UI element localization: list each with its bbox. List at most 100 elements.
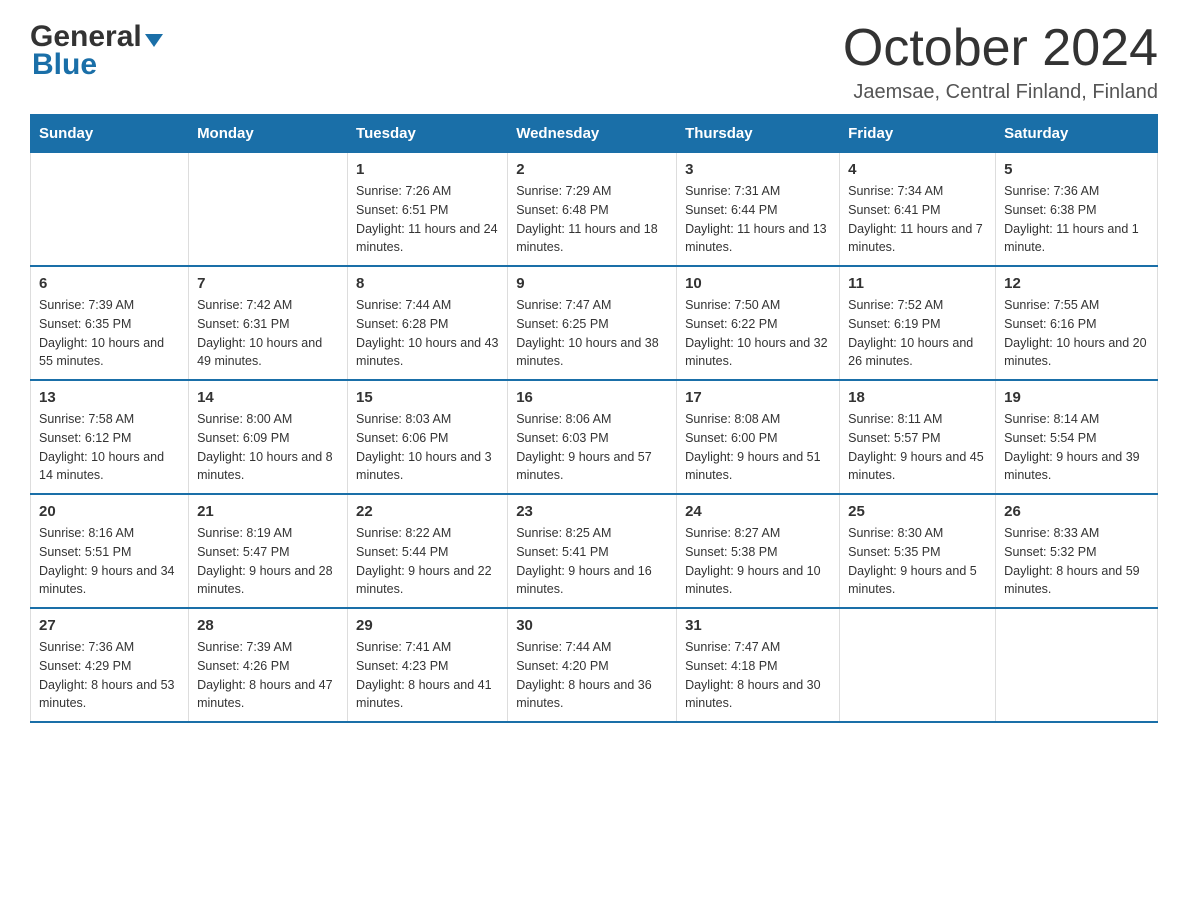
day-info: Sunrise: 8:25 AMSunset: 5:41 PMDaylight:… bbox=[516, 524, 668, 599]
day-info: Sunrise: 7:44 AMSunset: 4:20 PMDaylight:… bbox=[516, 638, 668, 713]
day-info: Sunrise: 7:42 AMSunset: 6:31 PMDaylight:… bbox=[197, 296, 339, 371]
calendar-cell: 6 Sunrise: 7:39 AMSunset: 6:35 PMDaylight… bbox=[31, 266, 189, 380]
calendar-cell: 14 Sunrise: 8:00 AMSunset: 6:09 PMDayligh… bbox=[189, 380, 348, 494]
header-sunday: Sunday bbox=[31, 115, 189, 153]
day-number: 29 bbox=[356, 617, 499, 634]
calendar-cell: 7 Sunrise: 7:42 AMSunset: 6:31 PMDaylight… bbox=[189, 266, 348, 380]
day-number: 15 bbox=[356, 389, 499, 406]
calendar-cell: 27Sunrise: 7:36 AMSunset: 4:29 PMDayligh… bbox=[31, 608, 189, 722]
day-info: Sunrise: 8:33 AMSunset: 5:32 PMDaylight:… bbox=[1004, 524, 1149, 599]
calendar-cell: 26 Sunrise: 8:33 AMSunset: 5:32 PMDayligh… bbox=[996, 494, 1158, 608]
day-number: 9 bbox=[516, 275, 668, 292]
day-info: Sunrise: 7:50 AMSunset: 6:22 PMDaylight:… bbox=[685, 296, 831, 371]
day-number: 16 bbox=[516, 389, 668, 406]
calendar-cell bbox=[189, 153, 348, 267]
calendar-cell: 30 Sunrise: 7:44 AMSunset: 4:20 PMDayligh… bbox=[508, 608, 677, 722]
calendar-cell: 24 Sunrise: 8:27 AMSunset: 5:38 PMDayligh… bbox=[677, 494, 840, 608]
day-info: Sunrise: 8:03 AMSunset: 6:06 PMDaylight:… bbox=[356, 410, 499, 485]
day-number: 13 bbox=[39, 389, 180, 406]
day-info: Sunrise: 7:52 AMSunset: 6:19 PMDaylight:… bbox=[848, 296, 987, 371]
day-info: Sunrise: 8:30 AMSunset: 5:35 PMDaylight:… bbox=[848, 524, 987, 599]
calendar-cell: 10 Sunrise: 7:50 AMSunset: 6:22 PMDayligh… bbox=[677, 266, 840, 380]
day-info: Sunrise: 8:14 AMSunset: 5:54 PMDaylight:… bbox=[1004, 410, 1149, 485]
calendar-cell: 3 Sunrise: 7:31 AMSunset: 6:44 PMDaylight… bbox=[677, 153, 840, 267]
day-number: 22 bbox=[356, 503, 499, 520]
day-info: Sunrise: 7:34 AMSunset: 6:41 PMDaylight:… bbox=[848, 182, 987, 257]
calendar-cell: 22 Sunrise: 8:22 AMSunset: 5:44 PMDayligh… bbox=[348, 494, 508, 608]
day-info: Sunrise: 8:06 AMSunset: 6:03 PMDaylight:… bbox=[516, 410, 668, 485]
calendar-cell: 25 Sunrise: 8:30 AMSunset: 5:35 PMDayligh… bbox=[840, 494, 996, 608]
calendar-cell: 19 Sunrise: 8:14 AMSunset: 5:54 PMDayligh… bbox=[996, 380, 1158, 494]
calendar-cell: 18Sunrise: 8:11 AMSunset: 5:57 PMDayligh… bbox=[840, 380, 996, 494]
day-info: Sunrise: 8:19 AMSunset: 5:47 PMDaylight:… bbox=[197, 524, 339, 599]
day-number: 30 bbox=[516, 617, 668, 634]
day-info: Sunrise: 7:36 AMSunset: 6:38 PMDaylight:… bbox=[1004, 182, 1149, 257]
week-row-1: 6 Sunrise: 7:39 AMSunset: 6:35 PMDaylight… bbox=[31, 266, 1158, 380]
week-row-4: 27Sunrise: 7:36 AMSunset: 4:29 PMDayligh… bbox=[31, 608, 1158, 722]
day-number: 7 bbox=[197, 275, 339, 292]
day-number: 25 bbox=[848, 503, 987, 520]
header-wednesday: Wednesday bbox=[508, 115, 677, 153]
calendar-cell: 16 Sunrise: 8:06 AMSunset: 6:03 PMDayligh… bbox=[508, 380, 677, 494]
title-section: October 2024 Jaemsae, Central Finland, F… bbox=[843, 20, 1158, 104]
logo-blue: Blue bbox=[32, 48, 97, 82]
calendar-cell: 31Sunrise: 7:47 AMSunset: 4:18 PMDayligh… bbox=[677, 608, 840, 722]
day-number: 19 bbox=[1004, 389, 1149, 406]
day-number: 12 bbox=[1004, 275, 1149, 292]
day-number: 24 bbox=[685, 503, 831, 520]
calendar-cell bbox=[996, 608, 1158, 722]
day-info: Sunrise: 7:55 AMSunset: 6:16 PMDaylight:… bbox=[1004, 296, 1149, 371]
day-number: 4 bbox=[848, 161, 987, 178]
day-info: Sunrise: 8:00 AMSunset: 6:09 PMDaylight:… bbox=[197, 410, 339, 485]
day-number: 18 bbox=[848, 389, 987, 406]
page-header: General Blue October 2024 Jaemsae, Centr… bbox=[30, 20, 1158, 104]
calendar-cell bbox=[31, 153, 189, 267]
logo: General Blue bbox=[30, 20, 163, 82]
calendar-cell: 8 Sunrise: 7:44 AMSunset: 6:28 PMDaylight… bbox=[348, 266, 508, 380]
day-number: 11 bbox=[848, 275, 987, 292]
day-number: 17 bbox=[685, 389, 831, 406]
day-number: 10 bbox=[685, 275, 831, 292]
calendar-cell: 28Sunrise: 7:39 AMSunset: 4:26 PMDayligh… bbox=[189, 608, 348, 722]
week-row-2: 13Sunrise: 7:58 AMSunset: 6:12 PMDayligh… bbox=[31, 380, 1158, 494]
day-number: 26 bbox=[1004, 503, 1149, 520]
day-info: Sunrise: 7:29 AMSunset: 6:48 PMDaylight:… bbox=[516, 182, 668, 257]
calendar-cell: 23Sunrise: 8:25 AMSunset: 5:41 PMDayligh… bbox=[508, 494, 677, 608]
day-number: 14 bbox=[197, 389, 339, 406]
day-info: Sunrise: 7:26 AMSunset: 6:51 PMDaylight:… bbox=[356, 182, 499, 257]
day-info: Sunrise: 7:39 AMSunset: 4:26 PMDaylight:… bbox=[197, 638, 339, 713]
calendar-cell: 13Sunrise: 7:58 AMSunset: 6:12 PMDayligh… bbox=[31, 380, 189, 494]
day-number: 5 bbox=[1004, 161, 1149, 178]
day-info: Sunrise: 8:27 AMSunset: 5:38 PMDaylight:… bbox=[685, 524, 831, 599]
calendar-header-row: SundayMondayTuesdayWednesdayThursdayFrid… bbox=[31, 115, 1158, 153]
calendar-cell: 5 Sunrise: 7:36 AMSunset: 6:38 PMDaylight… bbox=[996, 153, 1158, 267]
day-number: 27 bbox=[39, 617, 180, 634]
day-number: 21 bbox=[197, 503, 339, 520]
day-info: Sunrise: 7:41 AMSunset: 4:23 PMDaylight:… bbox=[356, 638, 499, 713]
day-number: 1 bbox=[356, 161, 499, 178]
day-number: 6 bbox=[39, 275, 180, 292]
calendar-cell: 9Sunrise: 7:47 AMSunset: 6:25 PMDaylight… bbox=[508, 266, 677, 380]
calendar-cell: 29 Sunrise: 7:41 AMSunset: 4:23 PMDayligh… bbox=[348, 608, 508, 722]
week-row-0: 1 Sunrise: 7:26 AMSunset: 6:51 PMDaylight… bbox=[31, 153, 1158, 267]
calendar-cell: 1 Sunrise: 7:26 AMSunset: 6:51 PMDaylight… bbox=[348, 153, 508, 267]
day-info: Sunrise: 8:22 AMSunset: 5:44 PMDaylight:… bbox=[356, 524, 499, 599]
day-info: Sunrise: 7:39 AMSunset: 6:35 PMDaylight:… bbox=[39, 296, 180, 371]
calendar-table: SundayMondayTuesdayWednesdayThursdayFrid… bbox=[30, 114, 1158, 723]
header-saturday: Saturday bbox=[996, 115, 1158, 153]
main-title: October 2024 bbox=[843, 20, 1158, 77]
subtitle: Jaemsae, Central Finland, Finland bbox=[843, 81, 1158, 104]
header-friday: Friday bbox=[840, 115, 996, 153]
calendar-cell: 11 Sunrise: 7:52 AMSunset: 6:19 PMDayligh… bbox=[840, 266, 996, 380]
day-info: Sunrise: 7:44 AMSunset: 6:28 PMDaylight:… bbox=[356, 296, 499, 371]
calendar-cell: 12 Sunrise: 7:55 AMSunset: 6:16 PMDayligh… bbox=[996, 266, 1158, 380]
week-row-3: 20Sunrise: 8:16 AMSunset: 5:51 PMDayligh… bbox=[31, 494, 1158, 608]
day-number: 3 bbox=[685, 161, 831, 178]
calendar-cell: 17Sunrise: 8:08 AMSunset: 6:00 PMDayligh… bbox=[677, 380, 840, 494]
calendar-cell: 2Sunrise: 7:29 AMSunset: 6:48 PMDaylight… bbox=[508, 153, 677, 267]
calendar-cell: 15 Sunrise: 8:03 AMSunset: 6:06 PMDayligh… bbox=[348, 380, 508, 494]
calendar-cell: 4 Sunrise: 7:34 AMSunset: 6:41 PMDaylight… bbox=[840, 153, 996, 267]
day-number: 8 bbox=[356, 275, 499, 292]
day-number: 20 bbox=[39, 503, 180, 520]
day-info: Sunrise: 7:31 AMSunset: 6:44 PMDaylight:… bbox=[685, 182, 831, 257]
